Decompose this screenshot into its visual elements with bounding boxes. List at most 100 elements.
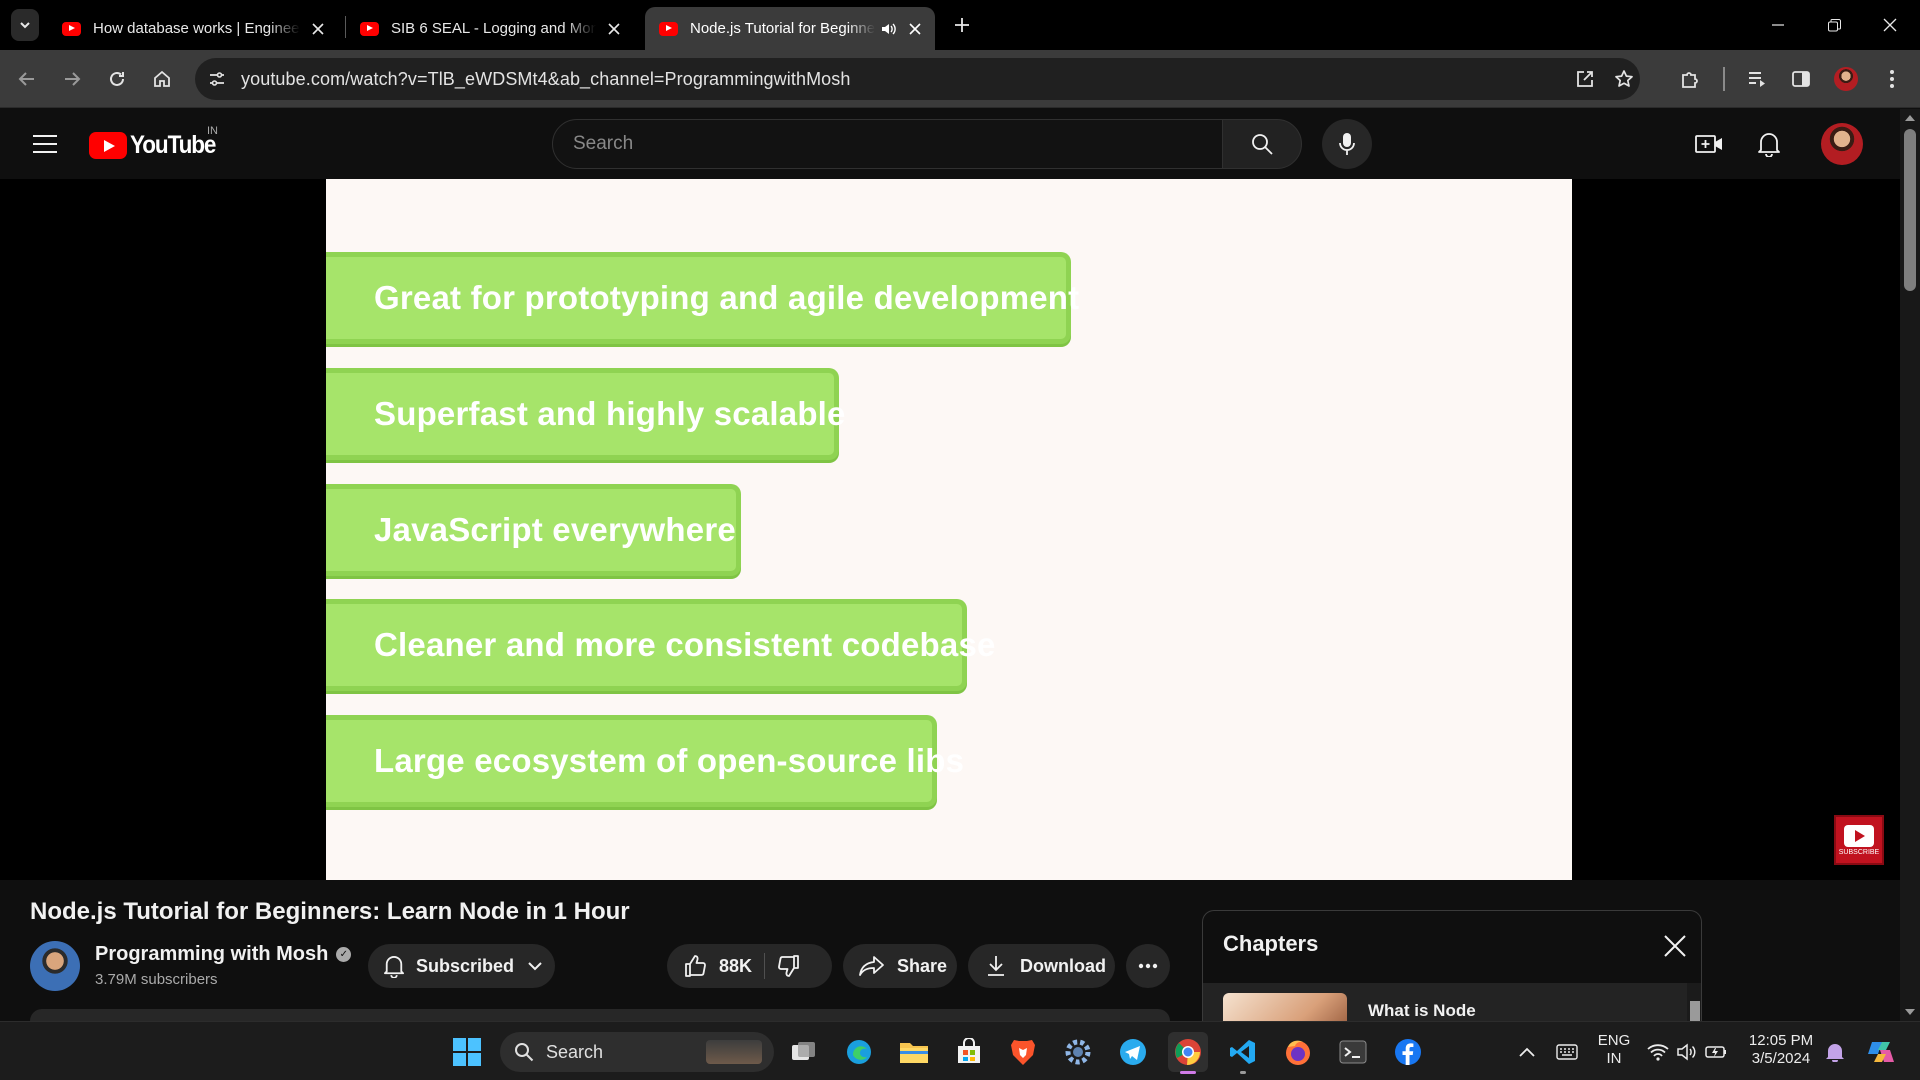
reload-button[interactable] bbox=[100, 62, 134, 96]
subscribe-state-label: Subscribed bbox=[416, 955, 515, 976]
taskbar-app-settings[interactable] bbox=[1058, 1032, 1098, 1072]
subscribe-watermark[interactable]: SUBSCRIBE bbox=[1834, 815, 1884, 865]
browser-tab-3-active[interactable]: Node.js Tutorial for Beginners bbox=[645, 7, 935, 50]
description-box[interactable] bbox=[30, 1009, 1170, 1021]
page-scrollbar[interactable] bbox=[1900, 109, 1920, 1021]
like-dislike-group: 88K bbox=[667, 944, 832, 988]
more-actions-button[interactable] bbox=[1126, 944, 1170, 988]
arrow-left-icon bbox=[18, 72, 34, 86]
chrome-menu-button[interactable] bbox=[1875, 62, 1909, 96]
show-hidden-icons-button[interactable] bbox=[1507, 1032, 1547, 1072]
profile-button[interactable] bbox=[1829, 62, 1863, 96]
copilot-button[interactable] bbox=[1861, 1032, 1901, 1072]
video-player[interactable]: Great for prototyping and agile developm… bbox=[0, 179, 1900, 880]
close-tab-icon[interactable] bbox=[604, 19, 624, 39]
chapter-item[interactable]: What is Node bbox=[1203, 983, 1689, 1021]
dislike-button[interactable] bbox=[777, 954, 801, 978]
tab-title: SIB 6 SEAL - Logging and Monitoring bbox=[391, 20, 596, 37]
taskbar-app-edge[interactable] bbox=[839, 1032, 879, 1072]
scrollbar-thumb[interactable] bbox=[1690, 1001, 1700, 1021]
address-bar[interactable]: youtube.com/watch?v=TlB_eWDSMt4&ab_chann… bbox=[195, 58, 1640, 100]
taskbar-app-facebook[interactable] bbox=[1388, 1032, 1428, 1072]
like-divider bbox=[764, 953, 766, 979]
back-button[interactable] bbox=[10, 62, 44, 96]
scrollbar-thumb[interactable] bbox=[1904, 129, 1916, 291]
microphone-icon bbox=[1339, 133, 1355, 155]
taskbar-app-file-explorer[interactable] bbox=[894, 1032, 934, 1072]
chevron-down-icon bbox=[528, 961, 542, 971]
close-tab-icon[interactable] bbox=[308, 19, 328, 39]
subscribed-button[interactable]: Subscribed bbox=[368, 944, 555, 988]
close-tab-icon[interactable] bbox=[905, 19, 925, 39]
youtube-logo[interactable]: YouTube IN bbox=[89, 125, 225, 160]
toolbar-divider bbox=[1723, 67, 1725, 91]
scroll-down-arrow-icon[interactable] bbox=[1905, 1009, 1915, 1015]
account-avatar[interactable] bbox=[1821, 123, 1863, 165]
media-controls-button[interactable] bbox=[1740, 62, 1774, 96]
gear-icon bbox=[1065, 1039, 1091, 1065]
input-language-indicator[interactable]: ENG IN bbox=[1592, 1032, 1636, 1068]
folder-icon bbox=[900, 1043, 928, 1063]
audio-playing-icon[interactable] bbox=[881, 22, 897, 36]
extensions-button[interactable] bbox=[1673, 62, 1707, 96]
arrow-right-icon bbox=[65, 72, 81, 86]
new-tab-button[interactable] bbox=[948, 11, 976, 39]
microsoft-store-icon bbox=[958, 1038, 980, 1063]
close-chapters-button[interactable] bbox=[1660, 931, 1690, 961]
browser-tab-1[interactable]: How database works | Engineering bbox=[48, 7, 338, 50]
restore-button[interactable] bbox=[1806, 0, 1862, 50]
voice-search-button[interactable] bbox=[1322, 119, 1372, 169]
notifications-button[interactable] bbox=[1749, 124, 1789, 164]
taskbar-app-vscode[interactable] bbox=[1223, 1032, 1263, 1074]
thumbs-down-icon bbox=[778, 955, 799, 977]
channel-avatar[interactable] bbox=[30, 941, 80, 991]
chapters-scrollbar[interactable] bbox=[1687, 983, 1701, 1021]
tab-search-button[interactable] bbox=[11, 9, 39, 41]
create-button[interactable] bbox=[1689, 124, 1729, 164]
more-vertical-icon bbox=[1890, 70, 1894, 88]
task-view-icon bbox=[792, 1042, 815, 1060]
start-button[interactable] bbox=[447, 1032, 487, 1072]
bookmark-star-icon[interactable] bbox=[1612, 67, 1636, 91]
verified-check-icon: ✓ bbox=[336, 947, 352, 962]
browser-tab-2[interactable]: SIB 6 SEAL - Logging and Monitoring bbox=[346, 7, 634, 50]
clock-time: 12:05 PM bbox=[1748, 1032, 1814, 1049]
open-in-app-icon[interactable] bbox=[1573, 67, 1597, 91]
quick-settings-button[interactable] bbox=[1642, 1032, 1732, 1072]
side-panel-button[interactable] bbox=[1784, 62, 1818, 96]
subscriber-count: 3.79M subscribers bbox=[95, 971, 218, 988]
close-icon bbox=[1883, 18, 1897, 32]
search-input[interactable]: Search bbox=[552, 119, 1223, 169]
site-settings-icon[interactable] bbox=[205, 67, 229, 91]
channel-name: Programming with Mosh bbox=[95, 943, 329, 965]
taskbar-app-chrome[interactable] bbox=[1168, 1032, 1208, 1074]
taskbar-app-telegram[interactable] bbox=[1113, 1032, 1153, 1072]
guide-menu-button[interactable] bbox=[25, 124, 65, 164]
home-button[interactable] bbox=[145, 62, 179, 96]
like-button[interactable]: 88K bbox=[683, 954, 752, 978]
firefox-icon bbox=[1286, 1040, 1310, 1065]
taskbar-search[interactable]: Search bbox=[500, 1032, 774, 1072]
forward-button[interactable] bbox=[55, 62, 89, 96]
taskbar-app-store[interactable] bbox=[949, 1032, 989, 1072]
play-icon bbox=[1844, 824, 1874, 847]
task-view-button[interactable] bbox=[784, 1032, 824, 1072]
search-button[interactable] bbox=[1222, 119, 1302, 169]
download-button[interactable]: Download bbox=[968, 944, 1115, 988]
notification-center-button[interactable] bbox=[1815, 1032, 1855, 1072]
scroll-up-arrow-icon[interactable] bbox=[1905, 115, 1915, 121]
download-icon bbox=[986, 955, 1006, 977]
share-button[interactable]: Share bbox=[843, 944, 957, 988]
taskbar-app-firefox[interactable] bbox=[1278, 1032, 1318, 1072]
clock[interactable]: 12:05 PM 3/5/2024 bbox=[1746, 1032, 1816, 1068]
active-indicator bbox=[1180, 1071, 1196, 1074]
notification-bell-icon bbox=[1826, 1044, 1844, 1062]
channel-name-link[interactable]: Programming with Mosh ✓ bbox=[95, 943, 352, 966]
youtube-logo-icon bbox=[89, 132, 127, 159]
minimize-button[interactable] bbox=[1750, 0, 1806, 50]
keyboard-button[interactable] bbox=[1547, 1032, 1587, 1072]
taskbar-app-brave[interactable] bbox=[1003, 1032, 1043, 1072]
clock-date: 3/5/2024 bbox=[1751, 1050, 1811, 1067]
taskbar-app-terminal[interactable] bbox=[1333, 1032, 1373, 1072]
close-window-button[interactable] bbox=[1862, 0, 1918, 50]
